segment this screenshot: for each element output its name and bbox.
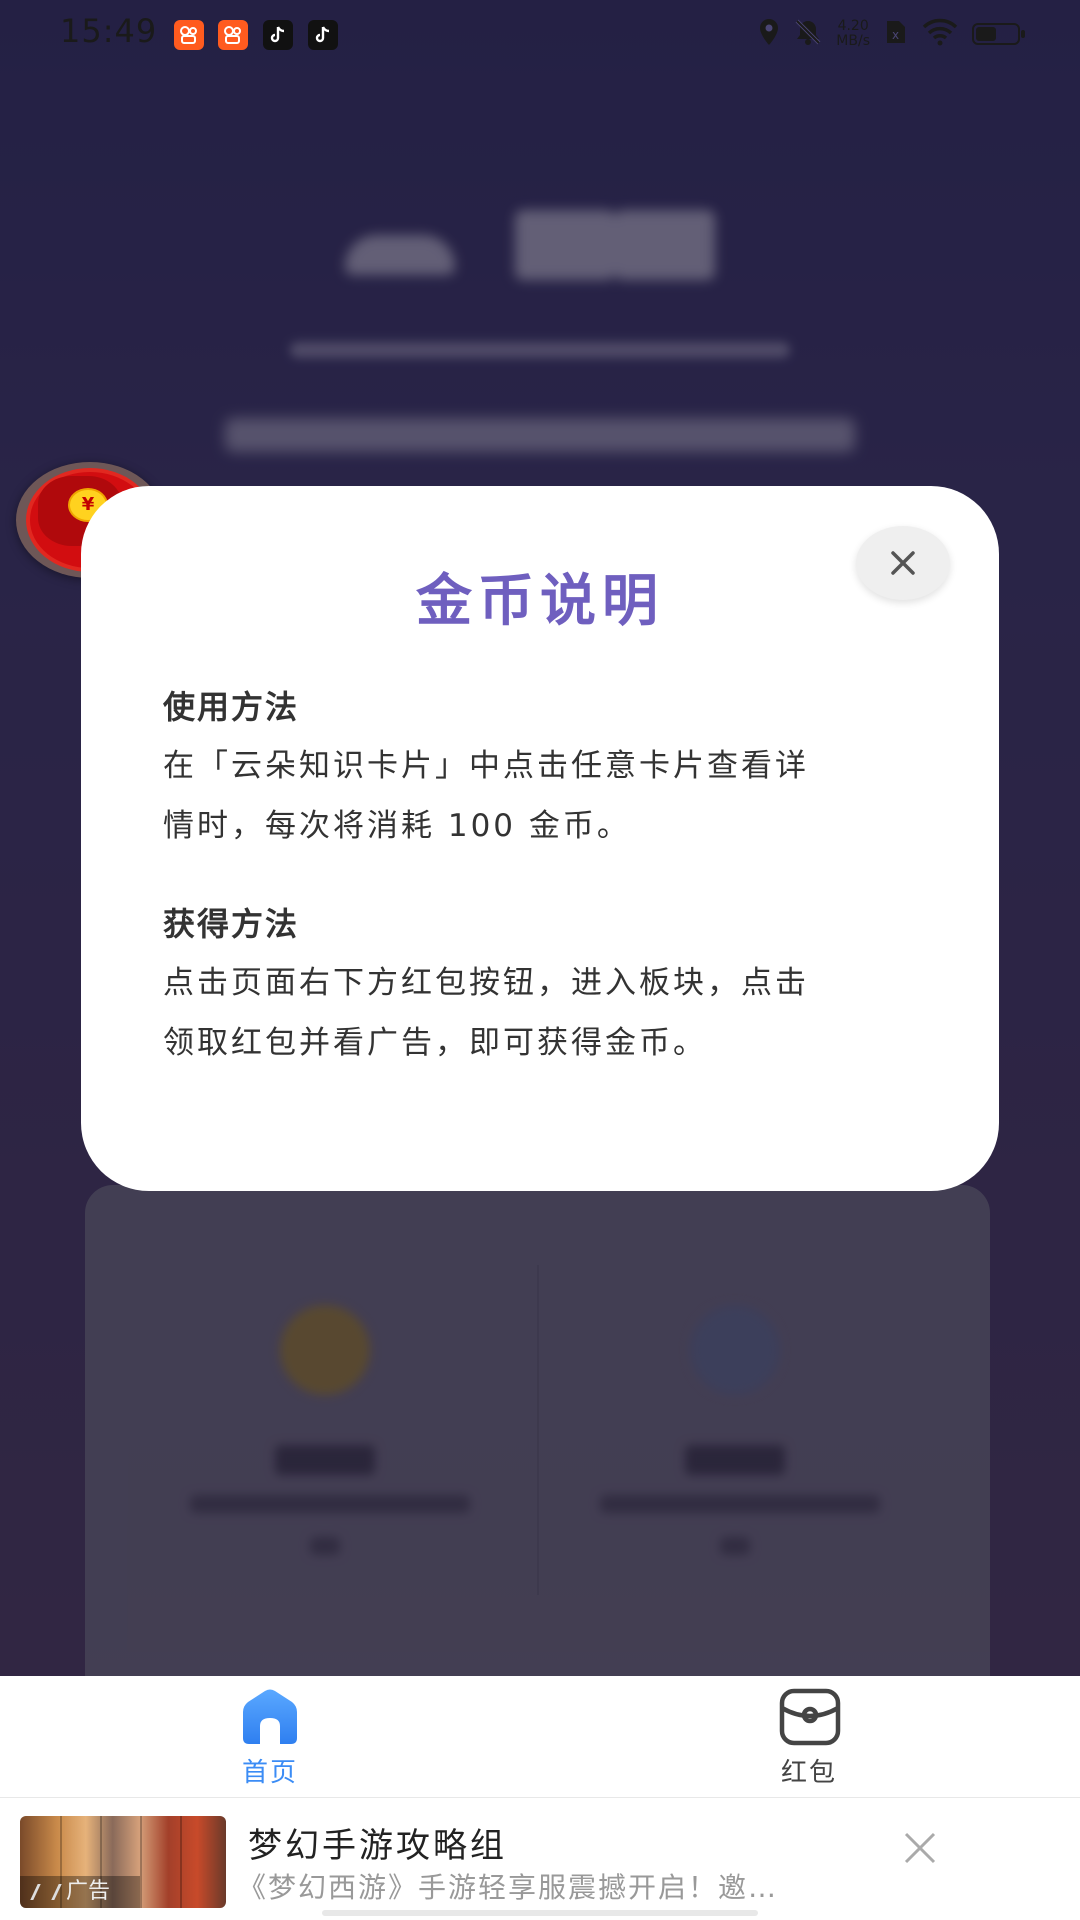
- sim-icon: x: [884, 18, 908, 50]
- home-icon: [237, 1688, 303, 1750]
- nav-label-red-packet: 红包: [780, 1758, 837, 1788]
- network-speed-unit: MB/s: [836, 33, 870, 49]
- usage-line-2: 情时，每次将消耗 100 金币。: [163, 808, 631, 844]
- coin-info-dialog: 金币说明 使用方法 在「云朵知识卡片」中点击任意卡片查看详 情时，每次将消耗 1…: [81, 486, 999, 1191]
- bottom-nav: 首页 红包: [0, 1676, 1080, 1798]
- usage-line-1: 在「云朵知识卡片」中点击任意卡片查看详: [163, 748, 809, 784]
- ad-tag: 广告: [20, 1876, 140, 1908]
- earn-line-1: 点击页面右下方红包按钮，进入板块，点击: [163, 965, 809, 1001]
- nav-item-red-packet[interactable]: 红包: [699, 1676, 919, 1798]
- battery-level: [976, 27, 996, 41]
- douyin-lite-notification-icon: [308, 20, 338, 50]
- kuaishou-notification-icon: [174, 20, 204, 50]
- earn-description: 点击页面右下方红包按钮，进入板块，点击 领取红包并看广告，即可获得金币。: [163, 953, 923, 1073]
- battery-icon: [972, 23, 1025, 45]
- status-time: 15:49: [60, 12, 158, 50]
- earn-heading: 获得方法: [163, 905, 300, 943]
- home-indicator[interactable]: [322, 1910, 758, 1916]
- usage-description: 在「云朵知识卡片」中点击任意卡片查看详 情时，每次将消耗 100 金币。: [163, 736, 923, 856]
- ad-close-button[interactable]: [900, 1828, 940, 1868]
- usage-heading: 使用方法: [163, 688, 300, 726]
- network-speed: 4.20 MB/s: [836, 19, 870, 49]
- ad-description[interactable]: 《梦幻西游》手游轻享服震撼开启！邀…: [238, 1866, 878, 1906]
- wifi-icon: [922, 18, 958, 50]
- dialog-title: 金币说明: [416, 569, 664, 634]
- kuaishou-lite-notification-icon: [218, 20, 248, 50]
- nav-item-home[interactable]: 首页: [160, 1676, 380, 1798]
- svg-text:x: x: [892, 28, 899, 42]
- nav-label-home: 首页: [241, 1758, 298, 1788]
- network-speed-value: 4.20: [837, 18, 869, 34]
- mute-bell-icon: [794, 18, 822, 50]
- ad-title[interactable]: 梦幻手游攻略组: [248, 1818, 507, 1867]
- close-icon: [904, 1832, 936, 1864]
- status-bar: 15:49 4.20 MB/s x: [0, 0, 1080, 66]
- douyin-notification-icon: [263, 20, 293, 50]
- ad-tag-label: 广告: [66, 1879, 111, 1904]
- earn-line-2: 领取红包并看广告，即可获得金币。: [163, 1025, 707, 1061]
- location-icon: [758, 18, 780, 50]
- red-packet-icon: [779, 1688, 841, 1750]
- ad-thumbnail[interactable]: 广告: [20, 1816, 226, 1908]
- ad-network-logo-icon: [30, 1884, 62, 1900]
- ad-banner[interactable]: 广告 梦幻手游攻略组 《梦幻西游》手游轻享服震撼开启！邀…: [0, 1798, 1080, 1920]
